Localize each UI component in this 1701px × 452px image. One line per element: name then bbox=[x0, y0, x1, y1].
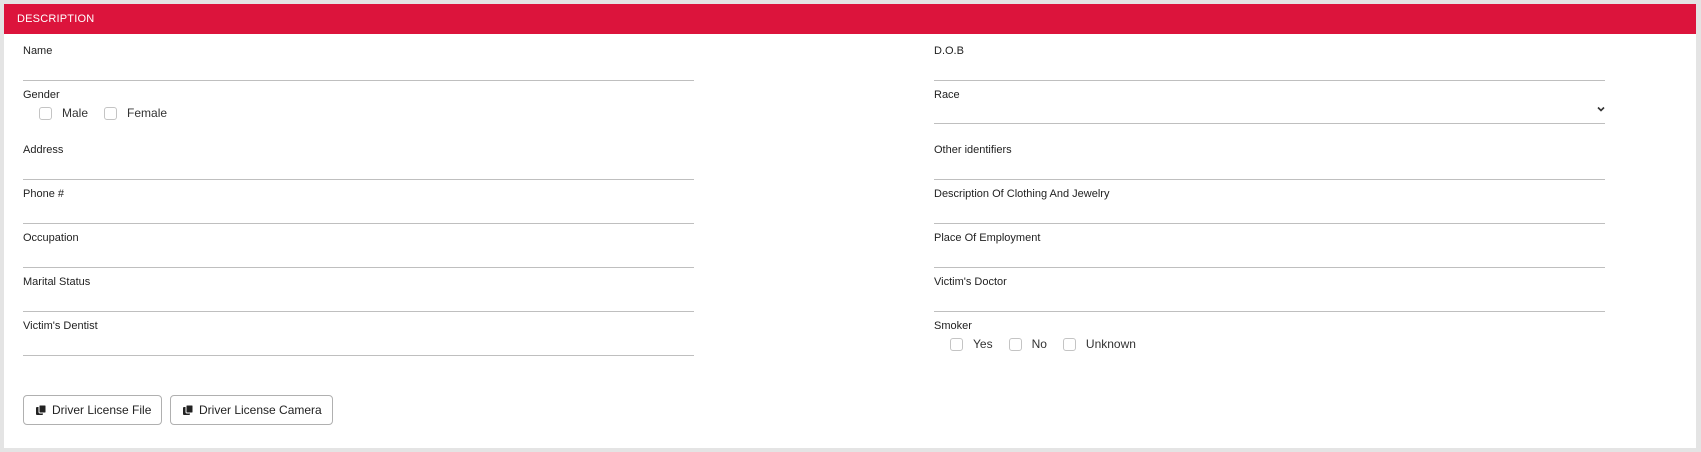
smoker-option-no[interactable]: No bbox=[1008, 337, 1047, 351]
copy-files-icon bbox=[36, 404, 47, 415]
driver-license-camera-label: Driver License Camera bbox=[199, 403, 322, 417]
dentist-label: Victim's Dentist bbox=[23, 320, 98, 332]
gender-field-group: Gender Male Female bbox=[23, 89, 694, 124]
clothing-label: Description Of Clothing And Jewelry bbox=[934, 188, 1110, 200]
phone-field-group: Phone # bbox=[23, 188, 694, 224]
smoker-option-unknown[interactable]: Unknown bbox=[1062, 337, 1136, 351]
dob-input[interactable] bbox=[934, 58, 1605, 81]
doctor-field-group: Victim's Doctor bbox=[934, 276, 1605, 312]
male-checkbox[interactable] bbox=[39, 106, 52, 120]
gender-option-female[interactable]: Female bbox=[104, 106, 167, 120]
smoker-option-yes[interactable]: Yes bbox=[950, 337, 993, 351]
copy-files-icon bbox=[183, 404, 194, 415]
dentist-input[interactable] bbox=[23, 333, 694, 356]
race-select[interactable] bbox=[934, 102, 1605, 124]
driver-license-file-button[interactable]: Driver License File bbox=[23, 395, 163, 425]
other-identifiers-input[interactable] bbox=[934, 157, 1605, 180]
driver-license-file-label: Driver License File bbox=[52, 403, 152, 417]
phone-label: Phone # bbox=[23, 188, 64, 200]
race-field-group: Race bbox=[934, 89, 1605, 124]
occupation-field-group: Occupation bbox=[23, 232, 694, 268]
smoker-field-group: Smoker Yes No Unknown bbox=[934, 320, 1605, 355]
female-checkbox[interactable] bbox=[104, 106, 118, 120]
smoker-label: Smoker bbox=[934, 320, 972, 332]
female-label: Female bbox=[127, 106, 168, 120]
gender-option-male[interactable]: Male bbox=[39, 106, 88, 120]
unknown-label: Unknown bbox=[1085, 337, 1136, 351]
marital-status-label: Marital Status bbox=[23, 276, 91, 288]
race-select-wrap bbox=[934, 102, 1605, 124]
marital-status-field-group: Marital Status bbox=[23, 276, 694, 312]
driver-license-camera-button[interactable]: Driver License Camera bbox=[170, 395, 333, 425]
phone-input[interactable] bbox=[23, 201, 694, 224]
name-label: Name bbox=[23, 45, 53, 57]
no-checkbox[interactable] bbox=[1008, 337, 1022, 351]
dob-field-group: D.O.B bbox=[934, 45, 1605, 81]
marital-status-input[interactable] bbox=[23, 289, 694, 312]
yes-label: Yes bbox=[973, 337, 993, 351]
doctor-label: Victim's Doctor bbox=[934, 276, 1007, 288]
race-label: Race bbox=[934, 89, 960, 101]
employment-field-group: Place Of Employment bbox=[934, 232, 1605, 268]
address-label: Address bbox=[23, 144, 64, 156]
employment-label: Place Of Employment bbox=[934, 232, 1041, 244]
other-identifiers-label: Other identifiers bbox=[934, 144, 1012, 156]
clothing-input[interactable] bbox=[934, 201, 1605, 224]
dob-label: D.O.B bbox=[934, 45, 964, 57]
clothing-field-group: Description Of Clothing And Jewelry bbox=[934, 188, 1605, 224]
unknown-checkbox[interactable] bbox=[1062, 337, 1076, 351]
gender-label: Gender bbox=[23, 89, 60, 101]
doctor-input[interactable] bbox=[934, 289, 1605, 312]
address-input[interactable] bbox=[23, 157, 694, 180]
no-label: No bbox=[1031, 337, 1047, 351]
occupation-input[interactable] bbox=[23, 245, 694, 268]
description-panel: DESCRIPTION Name D.O.B Gender Male Femal… bbox=[4, 4, 1696, 448]
section-header: DESCRIPTION bbox=[4, 4, 1696, 34]
name-input[interactable] bbox=[23, 58, 694, 81]
employment-input[interactable] bbox=[934, 245, 1605, 268]
yes-checkbox[interactable] bbox=[950, 337, 963, 351]
address-field-group: Address bbox=[23, 144, 694, 180]
smoker-options: Yes No Unknown bbox=[934, 333, 1605, 355]
gender-options: Male Female bbox=[23, 102, 694, 124]
occupation-label: Occupation bbox=[23, 232, 79, 244]
chevron-down-icon[interactable] bbox=[1597, 105, 1605, 116]
male-label: Male bbox=[62, 106, 89, 120]
dentist-field-group: Victim's Dentist bbox=[23, 320, 694, 356]
name-field-group: Name bbox=[23, 45, 694, 81]
other-identifiers-field-group: Other identifiers bbox=[934, 144, 1605, 180]
